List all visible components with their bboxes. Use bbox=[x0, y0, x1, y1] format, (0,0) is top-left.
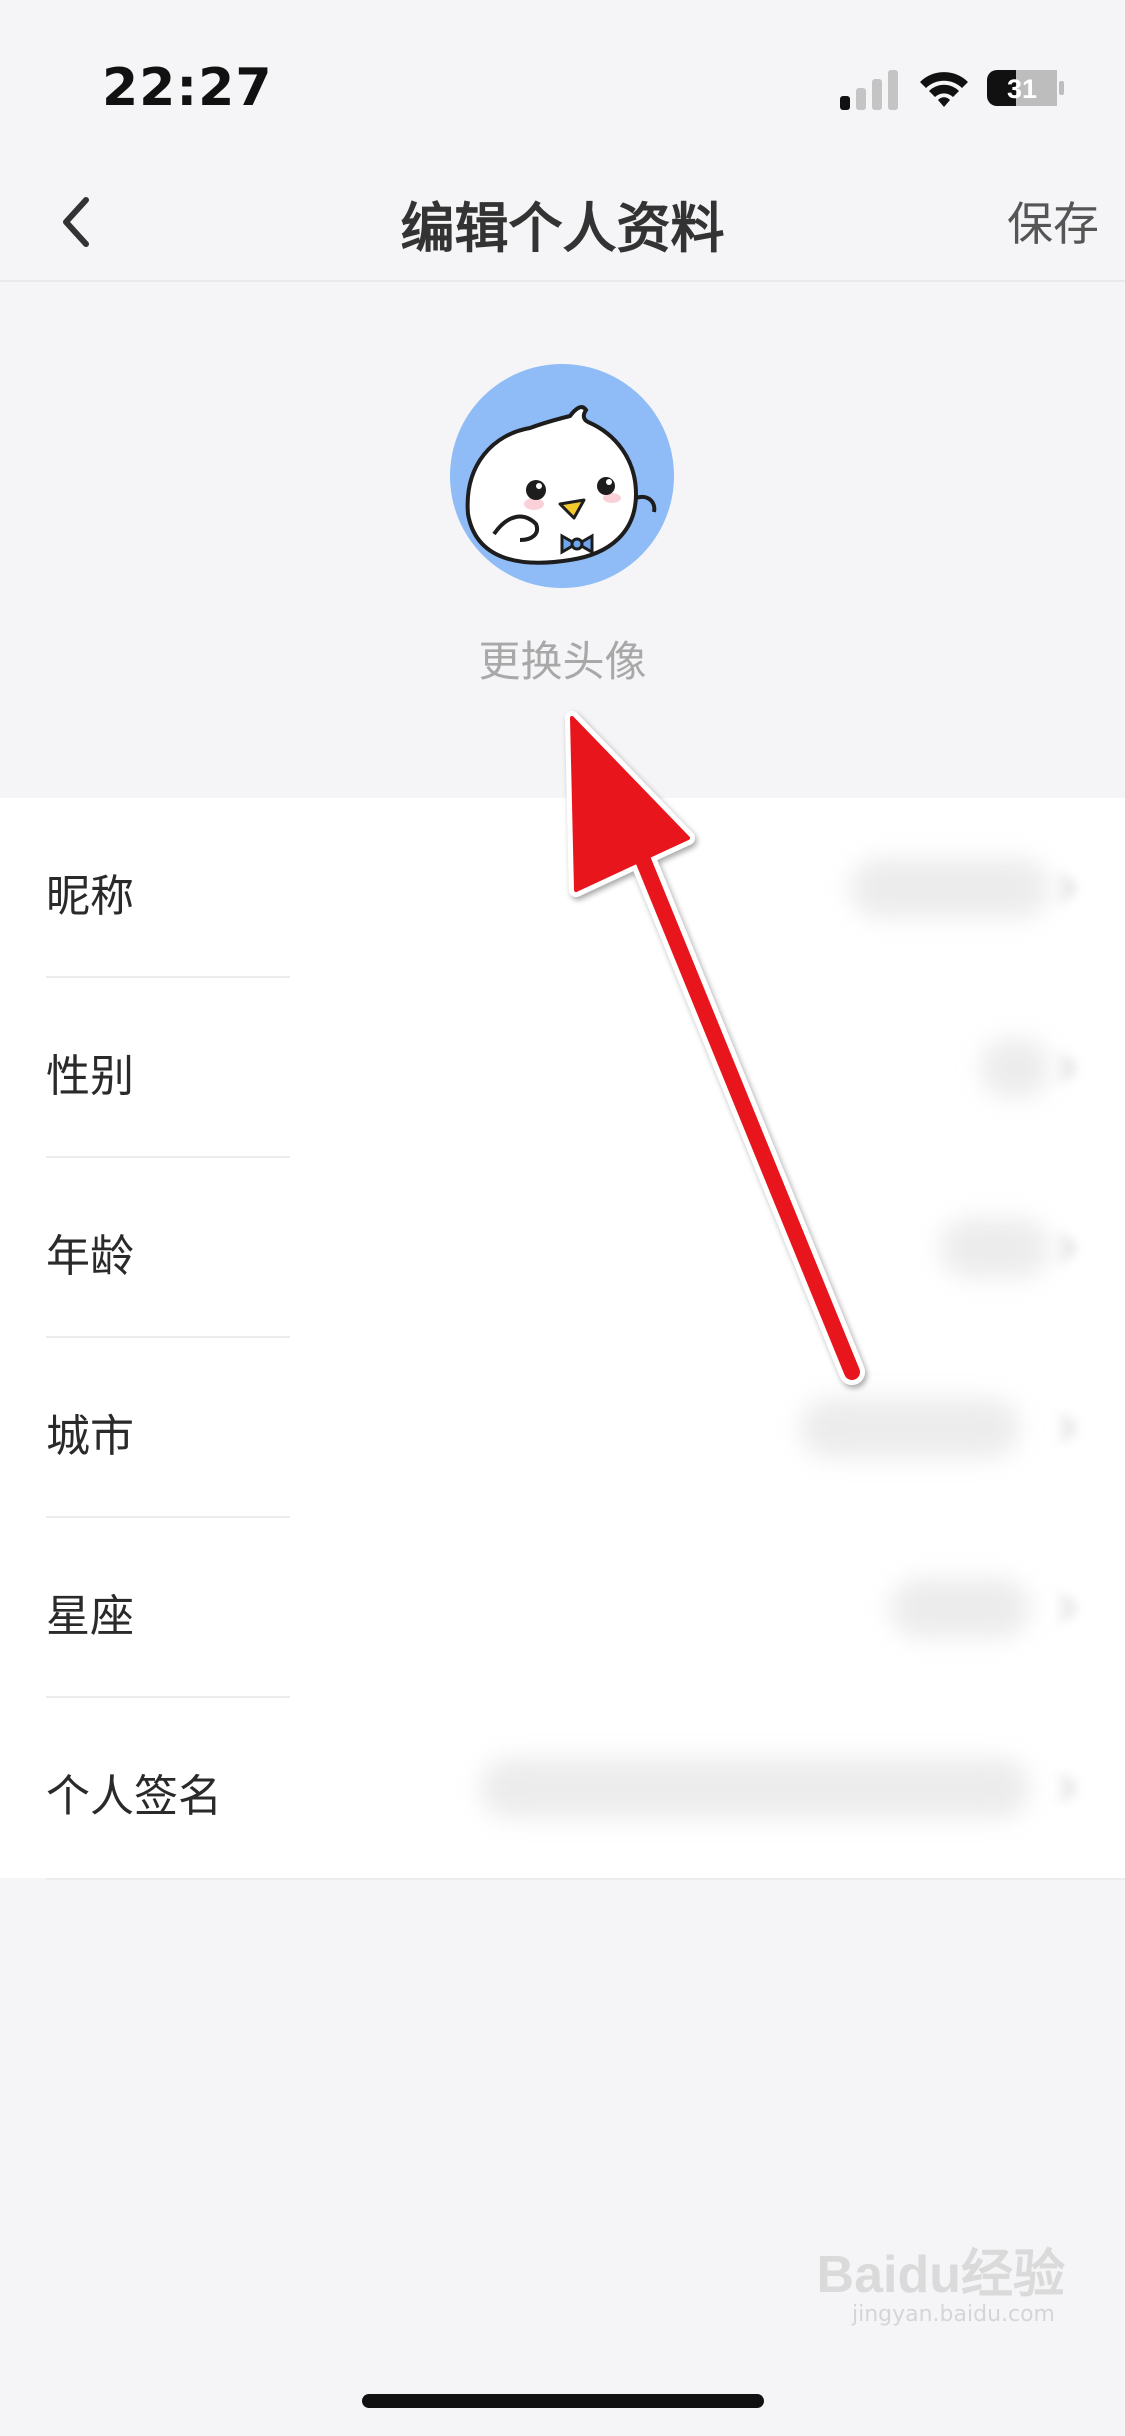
page-title: 编辑个人资料 bbox=[400, 197, 725, 260]
row-label: 昵称 bbox=[46, 871, 134, 922]
status-bar: 22:27 31 bbox=[0, 0, 1125, 160]
battery-icon: 31 bbox=[987, 70, 1064, 106]
red-arrow-annotation bbox=[565, 711, 865, 1385]
chevron-right-icon bbox=[1059, 1414, 1076, 1442]
nav-bar: 编辑个人资料 保存 bbox=[0, 160, 1125, 282]
avatar[interactable] bbox=[450, 364, 674, 588]
row-value-blurred bbox=[800, 1398, 1020, 1458]
change-avatar-link[interactable]: 更换头像 bbox=[0, 628, 1125, 689]
wifi-icon bbox=[920, 72, 968, 107]
status-time: 22:27 bbox=[102, 58, 273, 118]
row-label: 年龄 bbox=[46, 1231, 134, 1282]
battery-level: 31 bbox=[1007, 74, 1037, 104]
chevron-right-icon bbox=[1059, 1594, 1076, 1622]
row-value-blurred bbox=[890, 1578, 1030, 1638]
chevron-right-icon bbox=[1059, 1234, 1076, 1262]
home-indicator[interactable] bbox=[362, 2394, 764, 2408]
chevron-right-icon bbox=[1059, 1774, 1076, 1802]
watermark-logo: Baidu经验 bbox=[816, 2246, 1065, 2304]
chevron-right-icon bbox=[1059, 1054, 1076, 1082]
row-label: 城市 bbox=[46, 1411, 134, 1462]
section-divider bbox=[46, 1878, 1125, 1880]
form-row-signature[interactable]: 个人签名 bbox=[0, 1698, 1125, 1878]
row-label: 性别 bbox=[46, 1051, 134, 1102]
row-label: 个人签名 bbox=[46, 1771, 222, 1822]
form-row-zodiac[interactable]: 星座 bbox=[0, 1518, 1125, 1698]
row-value-blurred bbox=[850, 858, 1050, 918]
save-button[interactable]: 保存 bbox=[1007, 188, 1099, 254]
signal-icon bbox=[840, 70, 898, 110]
chevron-right-icon bbox=[1059, 874, 1076, 902]
watermark-url: jingyan.baidu.com bbox=[851, 2302, 1055, 2327]
row-value-blurred bbox=[980, 1038, 1050, 1098]
row-value-blurred bbox=[940, 1218, 1050, 1278]
avatar-section: 更换头像 bbox=[0, 284, 1125, 762]
row-value-blurred bbox=[480, 1758, 1030, 1818]
row-label: 星座 bbox=[46, 1591, 134, 1642]
